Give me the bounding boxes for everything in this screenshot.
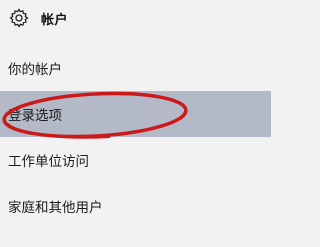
- gear-icon: [8, 7, 30, 29]
- nav-item-label: 家庭和其他用户: [8, 200, 103, 216]
- nav-item-work-access[interactable]: 工作单位访问: [0, 137, 271, 183]
- nav-item-sign-in-options[interactable]: 登录选项: [0, 91, 271, 137]
- settings-header: 帐户: [0, 0, 271, 36]
- settings-nav: 你的帐户 登录选项 工作单位访问 家庭和其他用户: [0, 45, 271, 229]
- nav-item-label: 你的帐户: [8, 62, 62, 78]
- nav-item-label: 登录选项: [8, 108, 62, 124]
- page-title: 帐户: [41, 12, 69, 28]
- nav-item-family-other-users[interactable]: 家庭和其他用户: [0, 183, 271, 229]
- nav-item-your-account[interactable]: 你的帐户: [0, 45, 271, 91]
- nav-item-label: 工作单位访问: [8, 154, 89, 170]
